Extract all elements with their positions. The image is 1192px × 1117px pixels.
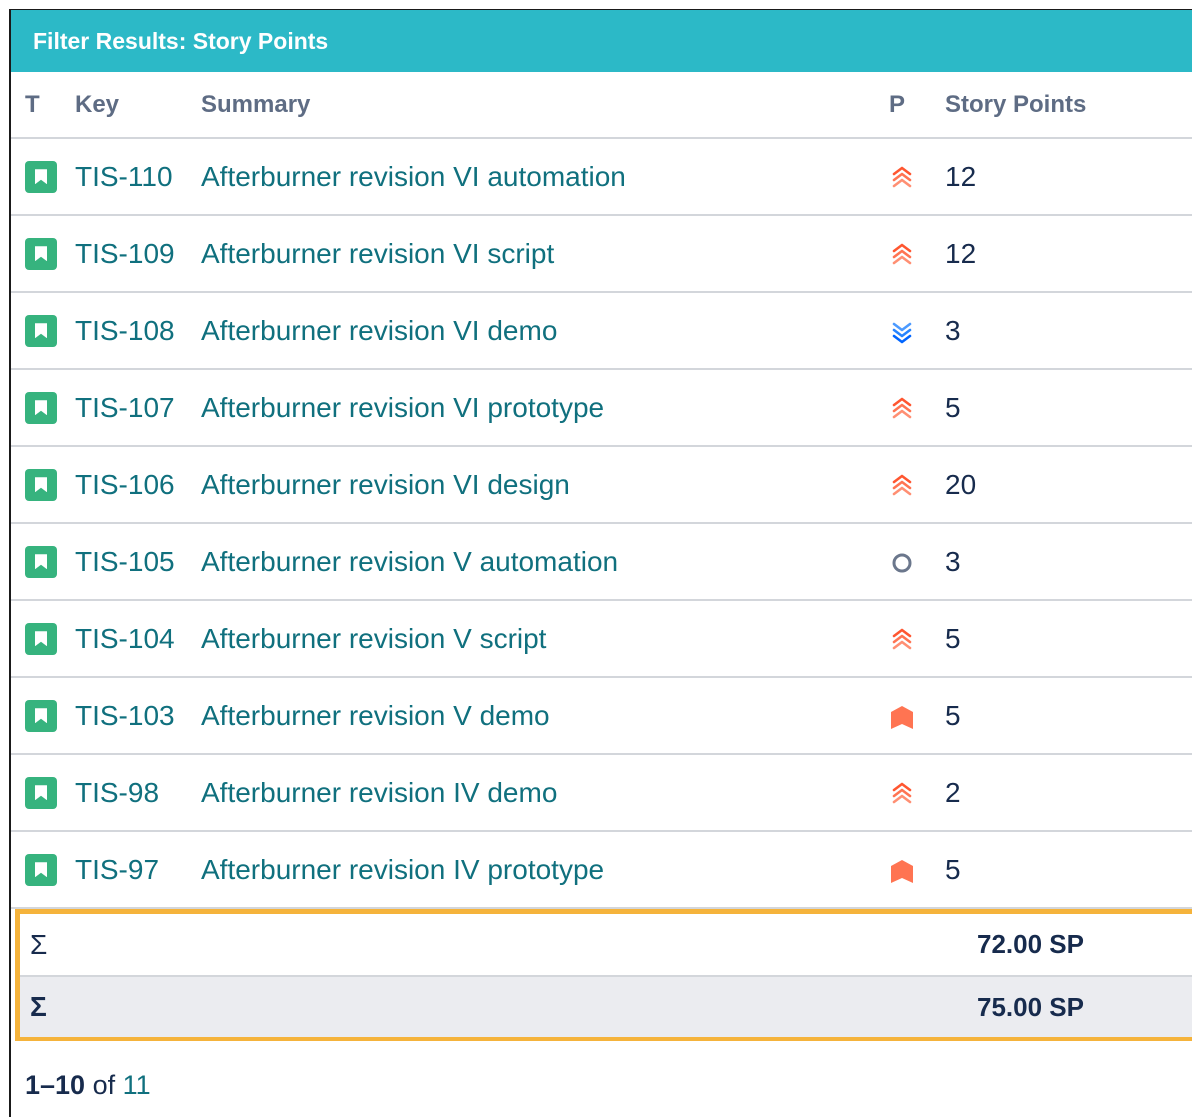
priority-highest-icon bbox=[889, 396, 915, 422]
issue-key-link[interactable]: TIS-106 bbox=[75, 446, 201, 524]
story-points-total: 75.00 SP bbox=[977, 991, 1084, 1022]
story-points-value: 20 bbox=[945, 446, 1192, 524]
issue-summary-link[interactable]: Afterburner revision VI demo bbox=[201, 292, 889, 370]
totals-row: Σ 72.00 SP bbox=[20, 914, 1192, 977]
issue-summary-link[interactable]: Afterburner revision V script bbox=[201, 600, 889, 678]
issue-summary-link[interactable]: Afterburner revision IV demo bbox=[201, 754, 889, 832]
priority-highest-icon bbox=[889, 473, 915, 499]
issue-summary-link[interactable]: Afterburner revision VI script bbox=[201, 215, 889, 293]
story-points-value: 5 bbox=[945, 677, 1192, 755]
table-row[interactable]: TIS-108 Afterburner revision VI demo 3 bbox=[11, 292, 1192, 370]
story-type-icon bbox=[25, 161, 57, 194]
sigma-icon: Σ bbox=[30, 928, 48, 960]
priority-blocker-icon bbox=[889, 858, 915, 884]
column-header-story-points[interactable]: Story Points bbox=[945, 72, 1192, 139]
results-table: T Key Summary P Story Points TIS-110 Afte… bbox=[11, 72, 1192, 909]
issue-key-link[interactable]: TIS-109 bbox=[75, 215, 201, 293]
story-points-value: 3 bbox=[945, 292, 1192, 370]
story-points-total: 72.00 SP bbox=[977, 929, 1084, 959]
story-points-value: 3 bbox=[945, 523, 1192, 601]
story-type-icon bbox=[25, 469, 57, 502]
column-header-priority[interactable]: P bbox=[889, 72, 945, 139]
table-row[interactable]: TIS-104 Afterburner revision V script 5 bbox=[11, 600, 1192, 678]
pagination-total-link[interactable]: 11 bbox=[123, 1070, 151, 1100]
priority-highest-icon bbox=[889, 627, 915, 653]
issue-key-link[interactable]: TIS-104 bbox=[75, 600, 201, 678]
issue-summary-link[interactable]: Afterburner revision VI automation bbox=[201, 138, 889, 216]
gadget-title: Filter Results: Story Points bbox=[11, 10, 1192, 72]
pagination-of: of bbox=[92, 1070, 116, 1100]
column-header-type[interactable]: T bbox=[11, 72, 75, 139]
issue-key-link[interactable]: TIS-107 bbox=[75, 369, 201, 447]
story-type-icon bbox=[25, 238, 57, 271]
story-type-icon bbox=[25, 623, 57, 656]
priority-lowest-icon bbox=[889, 319, 915, 345]
priority-none-icon bbox=[889, 550, 915, 576]
issue-summary-link[interactable]: Afterburner revision V automation bbox=[201, 523, 889, 601]
issue-key-link[interactable]: TIS-110 bbox=[75, 138, 201, 216]
issue-summary-link[interactable]: Afterburner revision IV prototype bbox=[201, 831, 889, 909]
story-points-value: 2 bbox=[945, 754, 1192, 832]
priority-highest-icon bbox=[889, 781, 915, 807]
issue-summary-link[interactable]: Afterburner revision VI design bbox=[201, 446, 889, 524]
issue-key-link[interactable]: TIS-108 bbox=[75, 292, 201, 370]
issue-summary-link[interactable]: Afterburner revision V demo bbox=[201, 677, 889, 755]
filter-results-gadget: Filter Results: Story Points T Key Summa… bbox=[9, 9, 1192, 1117]
table-row[interactable]: TIS-106 Afterburner revision VI design 20 bbox=[11, 446, 1192, 524]
issue-key-link[interactable]: TIS-105 bbox=[75, 523, 201, 601]
story-type-icon bbox=[25, 315, 57, 348]
table-row[interactable]: TIS-105 Afterburner revision V automation… bbox=[11, 523, 1192, 601]
sigma-icon: Σ bbox=[30, 991, 47, 1022]
priority-blocker-icon bbox=[889, 704, 915, 730]
story-points-value: 12 bbox=[945, 215, 1192, 293]
table-row[interactable]: TIS-107 Afterburner revision VI prototype… bbox=[11, 369, 1192, 447]
issue-key-link[interactable]: TIS-103 bbox=[75, 677, 201, 755]
table-row[interactable]: TIS-97 Afterburner revision IV prototype 5 bbox=[11, 831, 1192, 909]
story-points-value: 5 bbox=[945, 831, 1192, 909]
story-type-icon bbox=[25, 854, 57, 887]
pagination: 1–10 of 11 bbox=[25, 1070, 151, 1101]
totals-section: Σ 72.00 SP Σ 75.00 SP bbox=[15, 909, 1192, 1041]
table-row[interactable]: TIS-109 Afterburner revision VI script 12 bbox=[11, 215, 1192, 293]
table-header-row: T Key Summary P Story Points bbox=[11, 72, 1192, 139]
story-points-value: 12 bbox=[945, 138, 1192, 216]
story-type-icon bbox=[25, 700, 57, 733]
story-points-value: 5 bbox=[945, 369, 1192, 447]
story-points-value: 5 bbox=[945, 600, 1192, 678]
issue-key-link[interactable]: TIS-98 bbox=[75, 754, 201, 832]
story-type-icon bbox=[25, 392, 57, 425]
table-row[interactable]: TIS-103 Afterburner revision V demo 5 bbox=[11, 677, 1192, 755]
table-row[interactable]: TIS-110 Afterburner revision VI automatio… bbox=[11, 138, 1192, 216]
priority-highest-icon bbox=[889, 242, 915, 268]
issue-key-link[interactable]: TIS-97 bbox=[75, 831, 201, 909]
priority-highest-icon bbox=[889, 165, 915, 191]
story-type-icon bbox=[25, 777, 57, 810]
pagination-range: 1–10 bbox=[25, 1070, 86, 1100]
totals-row: Σ 75.00 SP bbox=[20, 977, 1192, 1037]
column-header-summary[interactable]: Summary bbox=[201, 72, 889, 139]
column-header-key[interactable]: Key bbox=[75, 72, 201, 139]
table-row[interactable]: TIS-98 Afterburner revision IV demo 2 bbox=[11, 754, 1192, 832]
story-type-icon bbox=[25, 546, 57, 579]
issue-summary-link[interactable]: Afterburner revision VI prototype bbox=[201, 369, 889, 447]
